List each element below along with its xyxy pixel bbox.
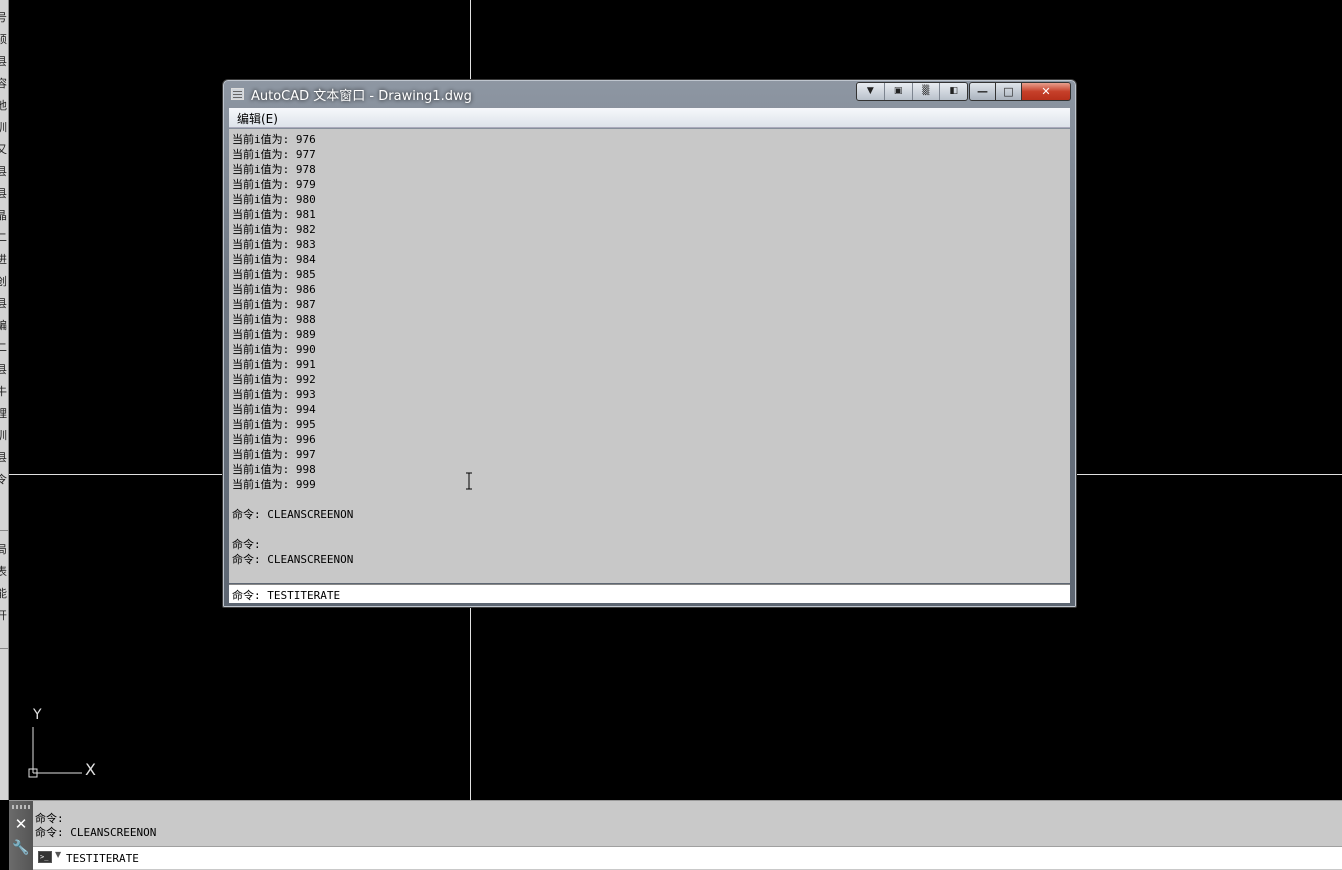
history-line: 当前i值为: 993: [232, 388, 316, 401]
palette-item[interactable]: 县: [0, 448, 8, 468]
minimize-button[interactable]: —: [969, 82, 996, 101]
palette-item[interactable]: 号: [0, 8, 8, 28]
history-line: 当前i值为: 987: [232, 298, 316, 311]
palette-item[interactable]: 表: [0, 562, 8, 582]
command-window: ✕ 🔧 命令: 命令: CLEANSCREENON >_ ▼: [9, 800, 1342, 870]
command-window-history: 命令: 命令: CLEANSCREENON: [35, 812, 156, 840]
history-line: [232, 522, 353, 537]
ucs-icon: Y X: [22, 705, 112, 785]
history-line: 当前i值为: 990: [232, 343, 316, 356]
palette-item[interactable]: 令: [0, 470, 8, 490]
history-line: 当前i值为: 999: [232, 478, 316, 491]
history-line: 当前i值为: 991: [232, 358, 316, 371]
history-line: 当前i值为: 982: [232, 223, 316, 236]
palette-item[interactable]: 池: [0, 96, 8, 116]
window-icon: [231, 88, 244, 100]
window-title: AutoCAD 文本窗口 - Drawing1.dwg: [251, 89, 472, 104]
palette-item[interactable]: 县: [0, 360, 8, 380]
palette-item[interactable]: 进: [0, 250, 8, 270]
history-line: 当前i值为: 984: [232, 253, 316, 266]
history-line: 命令:: [232, 538, 261, 551]
close-button[interactable]: ✕: [1022, 82, 1071, 101]
command-window-grip[interactable]: ✕ 🔧: [9, 801, 33, 870]
window-controls: — □ ✕: [969, 82, 1071, 101]
history-line: 当前i值为: 979: [232, 178, 316, 191]
command-input-row: >_ ▼: [33, 846, 1342, 869]
menu-edit[interactable]: 编辑(E): [237, 110, 278, 127]
palette-item[interactable]: 编: [0, 316, 8, 336]
history-line: 当前i值为: 981: [232, 208, 316, 221]
history-line: 命令: CLEANSCREENON: [232, 508, 354, 521]
wrench-icon[interactable]: 🔧: [12, 839, 30, 857]
history-line: 当前i值为: 998: [232, 463, 316, 476]
chevron-down-icon[interactable]: ▼: [55, 850, 61, 859]
command-history-line: 命令:: [35, 812, 64, 825]
palette-item[interactable]: 训: [0, 118, 8, 138]
history-line: 命令: CLEANSCREENON: [232, 553, 354, 566]
command-history[interactable]: 当前i值为: 976 当前i值为: 977 当前i值为: 978 当前i值为: 979…: [229, 129, 1070, 583]
command-history-line: 命令: CLEANSCREENON: [35, 826, 157, 839]
command-input[interactable]: [66, 849, 1326, 867]
history-line: 当前i值为: 985: [232, 268, 316, 281]
history-line: 当前i值为: 989: [232, 328, 316, 341]
properties-icon[interactable]: ▣: [885, 83, 913, 100]
history-line: 当前i值为: 986: [232, 283, 316, 296]
ibeam-cursor-icon: [466, 472, 472, 490]
palette-item[interactable]: 又: [0, 140, 8, 160]
palette-item[interactable]: 县: [0, 162, 8, 182]
history-line: 当前i值为: 977: [232, 148, 316, 161]
history-line: 当前i值为: 983: [232, 238, 316, 251]
palette-item[interactable]: 二: [0, 228, 8, 248]
tool-palette-strip[interactable]: 号硕县容池训又县县晶二进创县编二县牛理训县令局表能开: [0, 0, 9, 800]
history-line: 当前i值为: 995: [232, 418, 316, 431]
palette-item[interactable]: 县: [0, 184, 8, 204]
history-line: 当前i值为: 976: [232, 133, 316, 146]
ucs-y-label: Y: [33, 707, 42, 723]
palette-item[interactable]: 二: [0, 338, 8, 358]
palette-item[interactable]: 能: [0, 584, 8, 604]
palette-item[interactable]: 理: [0, 404, 8, 424]
history-line: 当前i值为: 980: [232, 193, 316, 206]
palette-item[interactable]: 开: [0, 606, 8, 626]
history-line: 当前i值为: 997: [232, 448, 316, 461]
palette-item[interactable]: 局: [0, 540, 8, 560]
history-lines: 当前i值为: 976 当前i值为: 977 当前i值为: 978 当前i值为: 979…: [232, 132, 353, 567]
command-line-text: 命令: TESTITERATE: [232, 589, 341, 602]
title-bar[interactable]: AutoCAD 文本窗口 - Drawing1.dwg ▼ ▣ ▒ ◧ — □ …: [223, 80, 1076, 107]
text-window[interactable]: AutoCAD 文本窗口 - Drawing1.dwg ▼ ▣ ▒ ◧ — □ …: [222, 79, 1077, 608]
drag-handle-icon[interactable]: [12, 805, 30, 809]
close-icon[interactable]: ✕: [12, 815, 30, 833]
palette-item[interactable]: 硕: [0, 30, 8, 50]
palette-item[interactable]: 创: [0, 272, 8, 292]
history-line: 当前i值为: 978: [232, 163, 316, 176]
palette-item[interactable]: 容: [0, 74, 8, 94]
history-line: 当前i值为: 988: [232, 313, 316, 326]
palette-item[interactable]: 县: [0, 294, 8, 314]
maximize-button[interactable]: □: [996, 82, 1022, 101]
palette-separator: [0, 530, 8, 531]
menu-bar: 编辑(E): [229, 108, 1070, 128]
palette-item[interactable]: 晶: [0, 206, 8, 226]
pin-icon[interactable]: ◧: [940, 83, 967, 100]
history-line: 当前i值为: 996: [232, 433, 316, 446]
chevron-down-icon[interactable]: ▼: [857, 83, 885, 100]
command-prompt-icon[interactable]: >_: [38, 851, 52, 863]
palette-item[interactable]: 牛: [0, 382, 8, 402]
ucs-x-label: X: [85, 760, 96, 779]
text-window-command-line[interactable]: 命令: TESTITERATE: [229, 584, 1070, 603]
palette-item[interactable]: 县: [0, 52, 8, 72]
history-line: [232, 492, 353, 507]
palette-item[interactable]: 训: [0, 426, 8, 446]
title-toolbar: ▼ ▣ ▒ ◧: [856, 82, 968, 101]
history-line: 当前i值为: 992: [232, 373, 316, 386]
transparency-icon[interactable]: ▒: [913, 83, 941, 100]
history-line: 当前i值为: 994: [232, 403, 316, 416]
palette-separator: [0, 648, 8, 649]
